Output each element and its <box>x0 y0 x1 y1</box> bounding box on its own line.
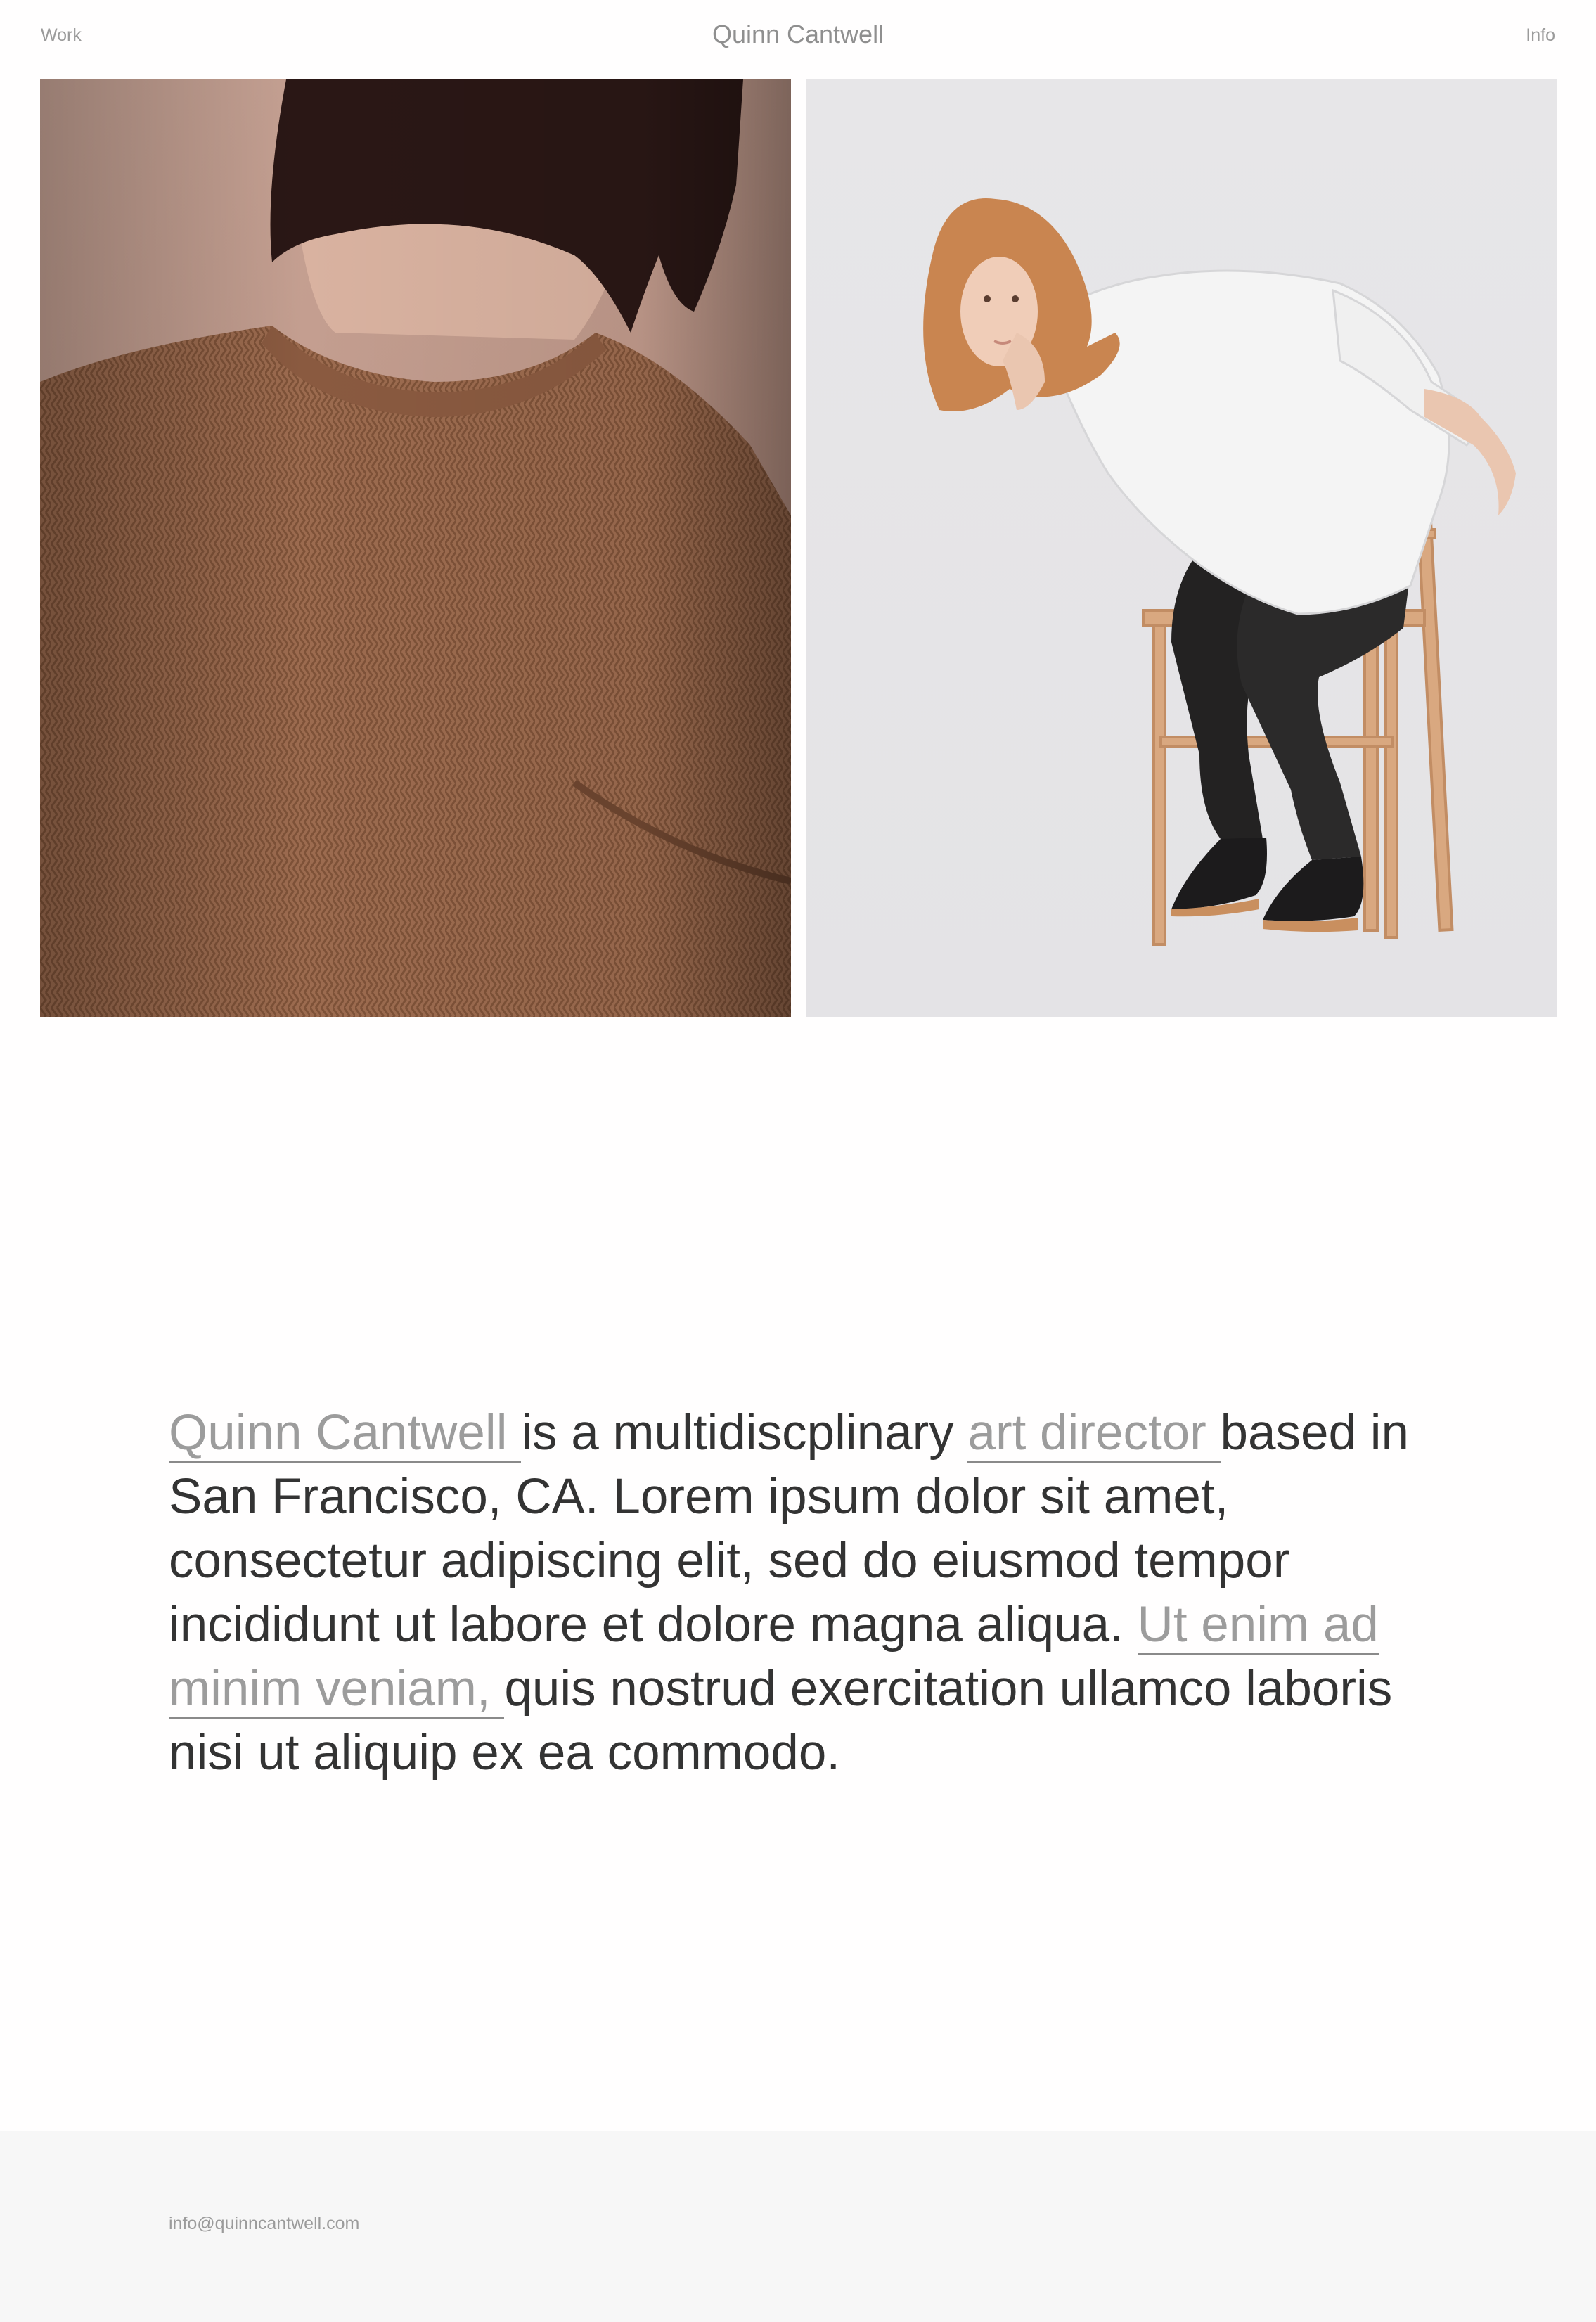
gallery-image-sweater[interactable] <box>40 79 791 1017</box>
bio-paragraph: Quinn Cantwell is a multidiscplinary art… <box>169 1401 1455 1785</box>
site-title[interactable]: Quinn Cantwell <box>0 20 1596 49</box>
gallery-image-chair[interactable] <box>806 79 1557 1017</box>
nav-info-link[interactable]: Info <box>1526 25 1555 46</box>
site-footer: info@quinncantwell.com <box>0 2131 1596 2322</box>
site-header: Work Quinn Cantwell Info <box>0 0 1596 76</box>
bio-text-1: is a multidiscplinary <box>521 1405 968 1461</box>
bio-name-link[interactable]: Quinn Cantwell <box>169 1405 522 1463</box>
bio-role-link[interactable]: art director <box>967 1405 1221 1463</box>
footer-email-link[interactable]: info@quinncantwell.com <box>169 2214 359 2234</box>
sweater-photo <box>40 79 791 1017</box>
chair-photo <box>806 79 1557 1017</box>
